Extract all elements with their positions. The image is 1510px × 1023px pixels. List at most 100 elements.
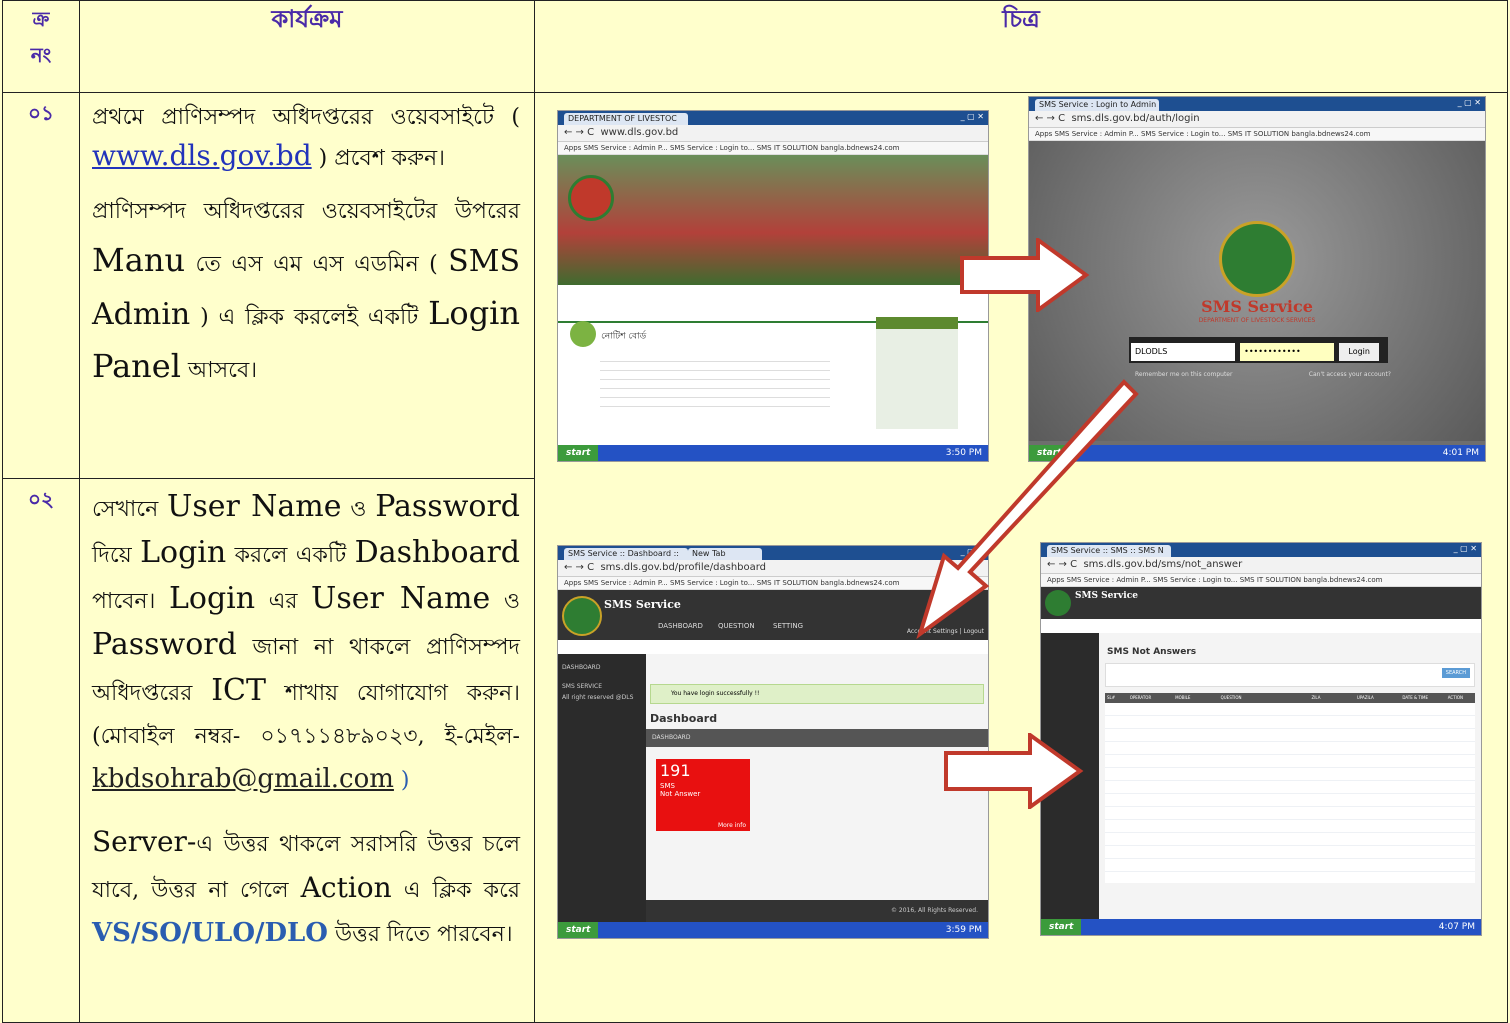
login-logo-icon bbox=[1219, 221, 1295, 297]
site-banner bbox=[558, 155, 988, 285]
dls-website-link[interactable]: www.dls.gov.bd bbox=[92, 139, 312, 172]
row2-p2-c: Action bbox=[300, 871, 392, 904]
row1-task: প্রথমে প্রাণিসম্পদ অধিদপ্তরের ওয়েবসাইটে… bbox=[79, 92, 535, 479]
address-url: www.dls.gov.bd bbox=[600, 127, 679, 138]
row2-p1-k: এর bbox=[268, 589, 298, 614]
username-field[interactable]: DLODLS bbox=[1131, 343, 1235, 361]
row2-p1-close: ) bbox=[400, 768, 410, 793]
row2-p1-g: করলে একটি bbox=[234, 543, 347, 568]
app-main: You have login successfully !! Dashboard… bbox=[646, 654, 988, 922]
sms-table-header: SL# OPERATOR MOBILE QUESTION ZILA UPAZIL… bbox=[1105, 693, 1475, 703]
col-sl: SL# bbox=[1107, 695, 1116, 700]
window-buttons: _ ▢ ✕ bbox=[960, 112, 984, 121]
support-email-link[interactable]: kbdsohrab@gmail.com bbox=[92, 764, 394, 794]
nav-dashboard[interactable]: DASHBOARD bbox=[658, 622, 703, 630]
page-title: SMS Not Answers bbox=[1107, 647, 1197, 657]
col-zila: ZILA bbox=[1311, 695, 1321, 700]
address-bar: ← → C www.dls.gov.bd bbox=[558, 125, 988, 142]
start-button: start bbox=[1041, 919, 1082, 935]
browser-tabbar: SMS Service : Login to Admin _ ▢ ✕ bbox=[1029, 97, 1485, 111]
arrow-right-top bbox=[960, 238, 1090, 312]
side-sms-service[interactable]: SMS SERVICE bbox=[562, 683, 642, 690]
row2-p1-p: ICT bbox=[211, 673, 267, 708]
row2-p1-f: Login bbox=[140, 535, 227, 570]
row2-p1-h: Dashboard bbox=[354, 535, 520, 570]
row1-para1: প্রথমে প্রাণিসম্পদ অধিদপ্তরের ওয়েবসাইটে… bbox=[92, 99, 520, 178]
row1-p2-a: প্রাণিসম্পদ অধিদপ্তরের ওয়েবসাইটের উপরের bbox=[92, 199, 520, 224]
address-bar: ← → C sms.dls.gov.bd/auth/login bbox=[1029, 111, 1485, 128]
row2-p2-f: উত্তর দিতে পারবেন। bbox=[334, 922, 513, 947]
notice-title: নোটিশ বোর্ড bbox=[601, 331, 647, 342]
not-answer-label1: SMS bbox=[660, 782, 675, 790]
col-question: QUESTION bbox=[1220, 695, 1242, 700]
browser-tabbar: DEPARTMENT OF LIVESTOC _ ▢ ✕ bbox=[558, 111, 988, 125]
col-upazila: UPAZILA bbox=[1356, 695, 1374, 700]
app-footer: © 2016, All Rights Reserved. bbox=[646, 900, 988, 922]
header-serial-line2: নং bbox=[30, 43, 52, 67]
sms-table-rows bbox=[1105, 703, 1475, 883]
browser-tab: DEPARTMENT OF LIVESTOC bbox=[564, 113, 688, 125]
row2-p1-m: ও bbox=[503, 589, 521, 614]
browser-tab: SMS Service :: Dashboard :: bbox=[564, 548, 688, 560]
search-button[interactable]: SEARCH bbox=[1441, 668, 1470, 678]
header-serial: ক্র নং bbox=[2, 0, 80, 93]
nav-question[interactable]: QUESTION bbox=[718, 622, 755, 630]
row2-p2-d: এ ক্লিক করে bbox=[403, 878, 521, 903]
bookmarks-bar: Apps SMS Service : Admin P... SMS Servic… bbox=[558, 142, 988, 155]
notice-board: নোটিশ বোর্ড bbox=[570, 321, 830, 421]
nav-setting[interactable]: SETTING bbox=[773, 622, 803, 630]
not-answer-card[interactable]: 191 SMS Not Answer More info bbox=[656, 759, 750, 831]
row2-serial: ০২ bbox=[2, 478, 80, 1023]
filter-bar: SEARCH bbox=[1105, 663, 1475, 687]
header-picture: চিত্র bbox=[534, 0, 1508, 93]
login-title: SMS Service bbox=[1201, 297, 1313, 316]
row1-p2-c: তে এস এম এস এডমিন ( bbox=[195, 252, 438, 277]
row1-para2: প্রাণিসম্পদ অধিদপ্তরের ওয়েবসাইটের উপরের… bbox=[92, 188, 520, 395]
password-field[interactable]: •••••••••••• bbox=[1240, 343, 1335, 361]
row2-para1: সেখানে User Name ও Password দিয়ে Login … bbox=[92, 485, 520, 802]
taskbar: start 3:59 PM bbox=[558, 922, 988, 938]
row2-task: সেখানে User Name ও Password দিয়ে Login … bbox=[79, 478, 535, 1023]
side-dashboard[interactable]: DASHBOARD bbox=[562, 664, 642, 671]
login-form: DLODLS •••••••••••• Login bbox=[1129, 337, 1388, 363]
dashboard-heading: Dashboard bbox=[650, 712, 718, 725]
not-answer-label2: Not Answer bbox=[660, 790, 701, 798]
app-logo-icon bbox=[562, 596, 602, 636]
notice-lines bbox=[600, 353, 830, 413]
app-sidebar: DASHBOARD SMS SERVICE All right reserved… bbox=[558, 654, 646, 922]
col-mobile: MOBILE bbox=[1175, 695, 1191, 700]
more-info-link[interactable]: More info bbox=[718, 822, 746, 829]
row1-p2-g: আসবে। bbox=[187, 358, 258, 383]
row2-para2: Server-এ উত্তর থাকলে সরাসরি উত্তর চলে যা… bbox=[92, 820, 520, 956]
header-serial-line1: ক্র bbox=[32, 7, 50, 31]
app-brand: SMS Service bbox=[604, 598, 681, 611]
row1-text-b: ) প্রবেশ করুন। bbox=[318, 146, 446, 171]
dashboard-bar: DASHBOARD bbox=[646, 729, 988, 747]
row1-p2-b: Manu bbox=[92, 241, 186, 279]
forgot-link[interactable]: Can't access your account? bbox=[1309, 371, 1391, 378]
bookmarks-bar: Apps SMS Service : Admin P... SMS Servic… bbox=[1029, 128, 1485, 141]
arrow-right-bottom bbox=[944, 733, 1084, 809]
row1-text-a: প্রথমে প্রাণিসম্পদ অধিদপ্তরের ওয়েবসাইটে… bbox=[92, 105, 520, 130]
notice-icon bbox=[570, 321, 596, 347]
app-main: SMS Not Answers SEARCH SL# OPERATOR MOBI… bbox=[1099, 633, 1481, 919]
success-alert: You have login successfully !! bbox=[650, 684, 984, 704]
arrow-diagonal bbox=[916, 379, 1139, 640]
row2-p1-a: সেখানে bbox=[92, 497, 159, 522]
login-button[interactable]: Login bbox=[1339, 343, 1380, 361]
gov-logo-icon bbox=[568, 175, 614, 221]
row2-p1-b: User Name bbox=[167, 489, 342, 524]
row2-p1-n: Password bbox=[92, 627, 237, 662]
row2-p1-j: Login bbox=[168, 581, 256, 616]
row2-p1-i: পাবেন। bbox=[92, 589, 156, 614]
start-button: start bbox=[558, 922, 599, 938]
browser-tab: SMS Service : Login to Admin bbox=[1035, 99, 1159, 111]
row2-p2-a: Server- bbox=[92, 825, 197, 858]
taskbar-clock: 4:01 PM bbox=[1442, 448, 1479, 458]
row2-p1-l: User Name bbox=[311, 581, 491, 616]
address-url: sms.dls.gov.bd/profile/dashboard bbox=[600, 562, 767, 573]
not-answer-count: 191 bbox=[660, 761, 691, 780]
row2-p1-c: ও bbox=[350, 497, 367, 522]
remember-me[interactable]: Remember me on this computer bbox=[1135, 371, 1232, 378]
address-url: sms.dls.gov.bd/auth/login bbox=[1071, 113, 1200, 124]
